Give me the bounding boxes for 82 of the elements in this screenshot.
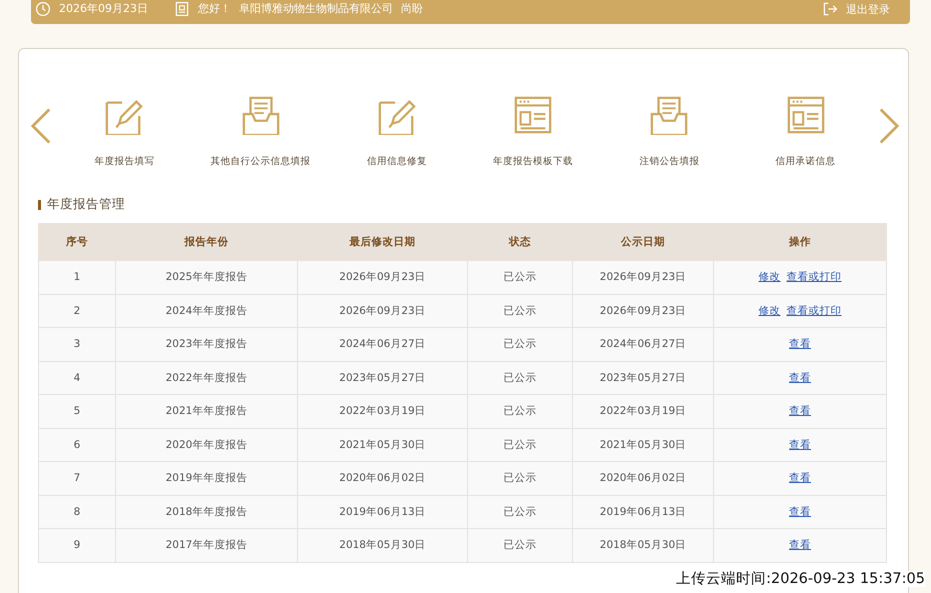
- table-cell: 已公示: [468, 495, 572, 528]
- column-header: 公示日期: [572, 224, 714, 260]
- table-cell: 3: [38, 328, 116, 361]
- shortcut-item[interactable]: 信用承诺信息: [742, 95, 870, 168]
- action-link[interactable]: 修改: [758, 304, 780, 317]
- table-cell: 2026年09月23日: [298, 260, 468, 294]
- table-cell: 2022年03月19日: [298, 394, 468, 428]
- clock-icon: [35, 1, 51, 17]
- action-link[interactable]: 查看: [789, 506, 811, 518]
- table-cell: 2019年06月13日: [298, 495, 468, 528]
- table-cell: 9: [38, 528, 116, 562]
- table-cell: 已公示: [468, 428, 572, 462]
- column-header: 最后修改日期: [298, 224, 468, 260]
- table-cell: 2026年09月23日: [572, 260, 714, 294]
- table-cell: 2018年年度报告: [116, 495, 298, 528]
- table-cell: 已公示: [468, 260, 572, 294]
- upload-time-toast: 上传云端时间:2026-09-23 15:37:05: [674, 571, 925, 587]
- shortcut-item[interactable]: 年度报告填写: [60, 95, 188, 168]
- column-header: 序号: [38, 224, 116, 260]
- shortcut-item[interactable]: 其他自行公示信息填报: [196, 95, 325, 168]
- table-cell: 8: [38, 495, 116, 528]
- table-cell: 6: [38, 428, 116, 462]
- table-cell: 2021年05月30日: [298, 428, 468, 462]
- shortcut-item[interactable]: 年度报告模板下载: [469, 95, 598, 168]
- shortcut-item[interactable]: 信用信息修复: [332, 95, 461, 168]
- action-link[interactable]: 查看: [789, 438, 811, 451]
- action-link[interactable]: 查看: [789, 405, 811, 418]
- table-cell: 2024年06月27日: [298, 328, 468, 361]
- document-tray-icon: [240, 95, 281, 135]
- table-cell: 2026年09月23日: [572, 294, 714, 328]
- logout-icon: [822, 1, 838, 17]
- action-link[interactable]: 修改: [758, 271, 780, 284]
- table-cell: 2023年05月27日: [298, 361, 468, 394]
- table-cell: 2023年年度报告: [116, 328, 298, 361]
- column-header: 报告年份: [116, 224, 298, 260]
- table-cell: 2025年年度报告: [116, 260, 298, 294]
- shortcut-item[interactable]: 注销公告填报: [605, 95, 734, 168]
- table-cell: 4: [38, 361, 116, 394]
- table-cell: 2026年09月23日: [298, 294, 468, 328]
- current-date: 2026年09月23日: [59, 2, 148, 16]
- table-cell: 5: [38, 394, 116, 428]
- action-link[interactable]: 查看: [789, 372, 811, 384]
- table-cell: 已公示: [468, 394, 572, 428]
- table-cell: 2018年05月30日: [572, 528, 714, 562]
- action-link[interactable]: 查看: [789, 472, 811, 484]
- table-cell: 2018年05月30日: [298, 528, 468, 562]
- section-heading: 年度报告管理: [47, 196, 125, 213]
- table-cell: 2020年06月02日: [572, 462, 714, 495]
- table-cell: 2021年年度报告: [116, 394, 298, 428]
- action-link[interactable]: 查看或打印: [786, 271, 842, 284]
- table-cell: 2023年05月27日: [572, 361, 714, 394]
- company-name: 阜阳博雅动物生物制品有限公司: [239, 2, 393, 16]
- title-marker: [38, 200, 41, 210]
- table-cell: 2020年年度报告: [116, 428, 298, 462]
- table-cell: 已公示: [468, 294, 572, 328]
- table-cell: 2024年06月27日: [572, 328, 714, 361]
- table-cell: 2021年05月30日: [572, 428, 714, 462]
- table-cell: 已公示: [468, 328, 572, 361]
- document-tray-icon: [649, 95, 690, 135]
- table-cell: 2019年年度报告: [116, 462, 298, 495]
- table-cell: 2022年03月19日: [572, 394, 714, 428]
- action-link[interactable]: 查看或打印: [786, 304, 842, 317]
- browser-window-icon: [513, 95, 554, 135]
- table-cell: 2022年年度报告: [116, 361, 298, 394]
- column-header: 操作: [714, 224, 886, 260]
- table-cell: 2020年06月02日: [298, 462, 468, 495]
- action-link[interactable]: 查看: [789, 539, 811, 552]
- action-link[interactable]: 查看: [789, 338, 811, 350]
- table-cell: 已公示: [468, 528, 572, 562]
- column-header: 状态: [468, 224, 572, 260]
- user-card-icon: [174, 1, 190, 17]
- table-cell: 2017年年度报告: [116, 528, 298, 562]
- browser-window-icon: [786, 95, 826, 135]
- user-name: 尚盼: [401, 2, 423, 16]
- table-cell: 2024年年度报告: [116, 294, 298, 328]
- table-cell: 已公示: [468, 361, 572, 394]
- table-cell: 1: [38, 260, 116, 294]
- greeting-text: 您好！: [198, 2, 231, 16]
- table-cell: 2: [38, 294, 116, 328]
- table-cell: 2019年06月13日: [572, 495, 714, 528]
- table-cell: 已公示: [468, 462, 572, 495]
- table-cell: 7: [38, 462, 116, 495]
